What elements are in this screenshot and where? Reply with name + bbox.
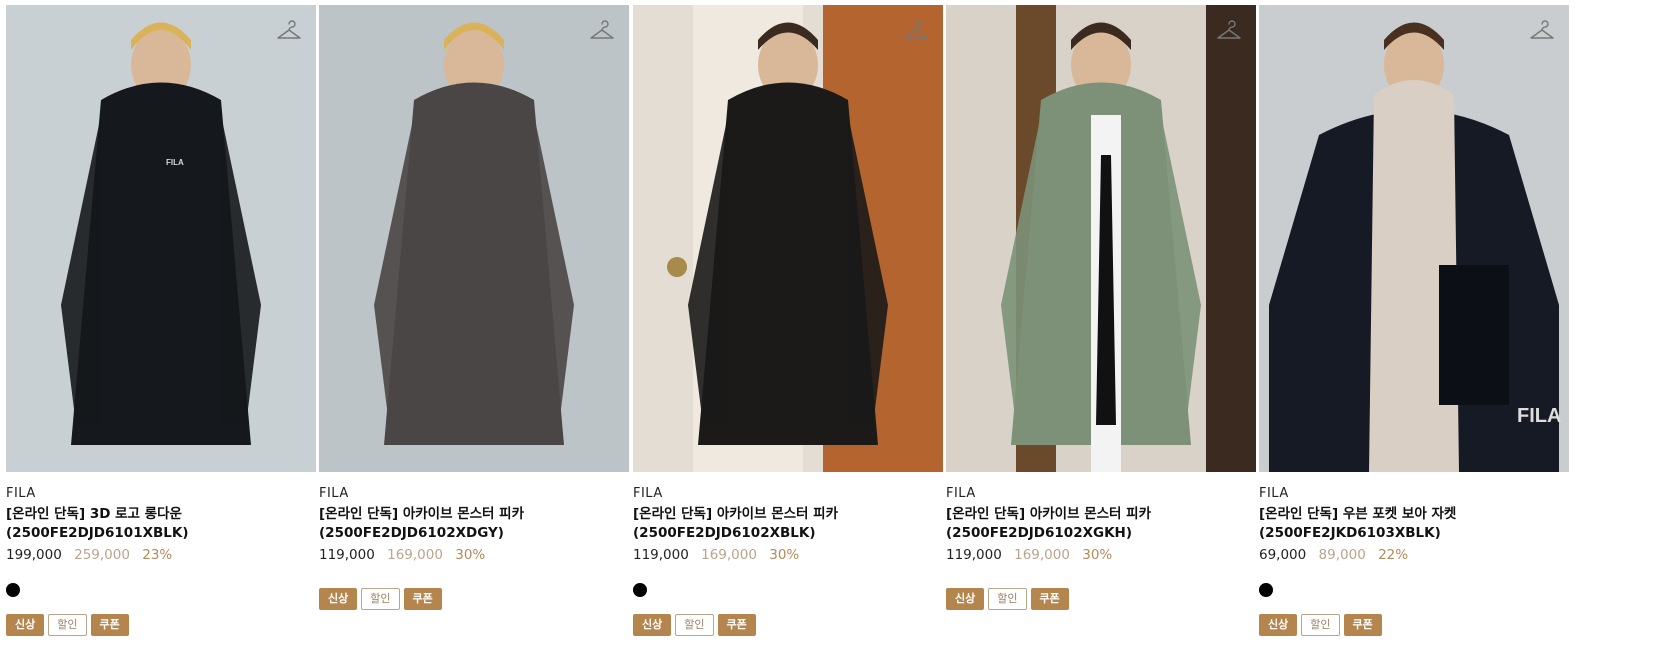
discount-rate: 22% <box>1378 547 1409 563</box>
product-thumbnail[interactable] <box>946 5 1256 472</box>
product-name-line1: [온라인 단독] 3D 로고 롱다운 <box>6 506 182 522</box>
badge-1: 할인 <box>48 614 87 636</box>
product-card[interactable]: FILA [온라인 단독] 아카이브 몬스터 피카 (2500FE2DJD610… <box>633 5 943 636</box>
badge-row: 신상 할인 쿠폰 <box>946 587 1256 610</box>
product-name-line1: [온라인 단독] 아카이브 몬스터 피카 <box>319 506 525 522</box>
product-name[interactable]: [온라인 단독] 아카이브 몬스터 피카 (2500FE2DJD6102XBLK… <box>633 505 943 543</box>
hanger-icon[interactable] <box>903 19 929 45</box>
badge-0: 신상 <box>319 588 358 610</box>
product-thumbnail[interactable] <box>633 5 943 472</box>
product-image[interactable] <box>633 5 943 472</box>
badge-row: 신상 할인 쿠폰 <box>1259 613 1569 636</box>
original-price: 169,000 <box>1014 547 1070 563</box>
product-code: (2500FE2DJD6101XBLK) <box>6 525 189 541</box>
brand-label: FILA <box>6 486 36 501</box>
product-image[interactable] <box>319 5 629 472</box>
badge-row: 신상 할인 쿠폰 <box>319 587 629 610</box>
product-name-line1: [온라인 단독] 우븐 포켓 보아 자켓 <box>1259 506 1457 522</box>
brand-label: FILA <box>1259 486 1289 501</box>
product-thumbnail[interactable]: FILA <box>6 5 316 472</box>
badge-2: 쿠폰 <box>717 614 756 636</box>
product-code: (2500FE2DJD6102XDGY) <box>319 525 504 541</box>
badge-0: 신상 <box>946 588 985 610</box>
hanger-icon[interactable] <box>1529 19 1555 45</box>
brand-label: FILA <box>319 486 349 501</box>
price-row: 119,000 169,000 30% <box>319 545 629 565</box>
product-name-line1: [온라인 단독] 아카이브 몬스터 피카 <box>633 506 839 522</box>
discount-rate: 23% <box>142 547 173 563</box>
sale-price: 199,000 <box>6 547 62 563</box>
original-price: 169,000 <box>387 547 443 563</box>
badge-2: 쿠폰 <box>90 614 129 636</box>
color-swatch-row <box>6 579 316 601</box>
product-code: (2500FE2DJD6102XGKH) <box>946 525 1133 541</box>
discount-rate: 30% <box>455 547 486 563</box>
badge-2: 쿠폰 <box>1030 588 1069 610</box>
brand-label: FILA <box>633 486 663 501</box>
badge-2: 쿠폰 <box>403 588 442 610</box>
product-card[interactable]: FILA [온라인 단독] 아카이브 몬스터 피카 (2500FE2DJD610… <box>319 5 629 610</box>
logo-text: FILA <box>1517 405 1562 427</box>
original-price: 89,000 <box>1318 547 1366 563</box>
svg-text:FILA: FILA <box>166 158 184 167</box>
badge-2: 쿠폰 <box>1343 614 1382 636</box>
sale-price: 119,000 <box>946 547 1002 563</box>
badge-1: 할인 <box>361 588 400 610</box>
product-card[interactable]: FILA [온라인 단독] 아카이브 몬스터 피카 (2500FE2DJD610… <box>946 5 1256 610</box>
hanger-icon[interactable] <box>276 19 302 45</box>
badge-row: 신상 할인 쿠폰 <box>633 613 943 636</box>
color-swatch[interactable] <box>1259 583 1273 597</box>
price-row: 119,000 169,000 30% <box>633 545 943 565</box>
product-name[interactable]: [온라인 단독] 우븐 포켓 보아 자켓 (2500FE2JKD6103XBLK… <box>1259 505 1569 543</box>
price-row: 199,000 259,000 23% <box>6 545 316 565</box>
brand-label: FILA <box>946 486 976 501</box>
hanger-icon[interactable] <box>589 19 615 45</box>
product-image[interactable]: FILA <box>6 5 316 472</box>
product-name[interactable]: [온라인 단독] 아카이브 몬스터 피카 (2500FE2DJD6102XDGY… <box>319 505 629 543</box>
product-name[interactable]: [온라인 단독] 3D 로고 롱다운 (2500FE2DJD6101XBLK) <box>6 505 316 543</box>
product-grid: FILA FILA [온라인 단독] 3D 로고 롱다운 (2500FE2DJD… <box>0 0 1656 648</box>
product-image[interactable] <box>946 5 1256 472</box>
price-row: 119,000 169,000 30% <box>946 545 1256 565</box>
price-row: 69,000 89,000 22% <box>1259 545 1569 565</box>
product-code: (2500FE2DJD6102XBLK) <box>633 525 816 541</box>
product-card[interactable]: FILA FILA [온라인 단독] 3D 로고 롱다운 (2500FE2DJD… <box>6 5 316 636</box>
sale-price: 119,000 <box>319 547 375 563</box>
product-card[interactable]: FILA FILA [온라인 단독] 우븐 포켓 보아 자켓 (2500FE2J… <box>1259 5 1569 636</box>
sale-price: 119,000 <box>633 547 689 563</box>
discount-rate: 30% <box>1082 547 1113 563</box>
hanger-icon[interactable] <box>1216 19 1242 45</box>
badge-0: 신상 <box>6 614 45 636</box>
badge-0: 신상 <box>1259 614 1298 636</box>
discount-rate: 30% <box>769 547 800 563</box>
product-name[interactable]: [온라인 단독] 아카이브 몬스터 피카 (2500FE2DJD6102XGKH… <box>946 505 1256 543</box>
color-swatch[interactable] <box>6 583 20 597</box>
product-thumbnail[interactable]: FILA <box>1259 5 1569 472</box>
badge-1: 할인 <box>1301 614 1340 636</box>
original-price: 169,000 <box>701 547 757 563</box>
color-swatch-row <box>1259 579 1569 601</box>
product-code: (2500FE2JKD6103XBLK) <box>1259 525 1441 541</box>
product-thumbnail[interactable] <box>319 5 629 472</box>
badge-1: 할인 <box>675 614 714 636</box>
original-price: 259,000 <box>74 547 130 563</box>
color-swatch-row <box>633 579 943 601</box>
badge-row: 신상 할인 쿠폰 <box>6 613 316 636</box>
badge-1: 할인 <box>988 588 1027 610</box>
sale-price: 69,000 <box>1259 547 1307 563</box>
product-image[interactable] <box>1259 5 1569 472</box>
product-name-line1: [온라인 단독] 아카이브 몬스터 피카 <box>946 506 1152 522</box>
color-swatch[interactable] <box>633 583 647 597</box>
badge-0: 신상 <box>633 614 672 636</box>
